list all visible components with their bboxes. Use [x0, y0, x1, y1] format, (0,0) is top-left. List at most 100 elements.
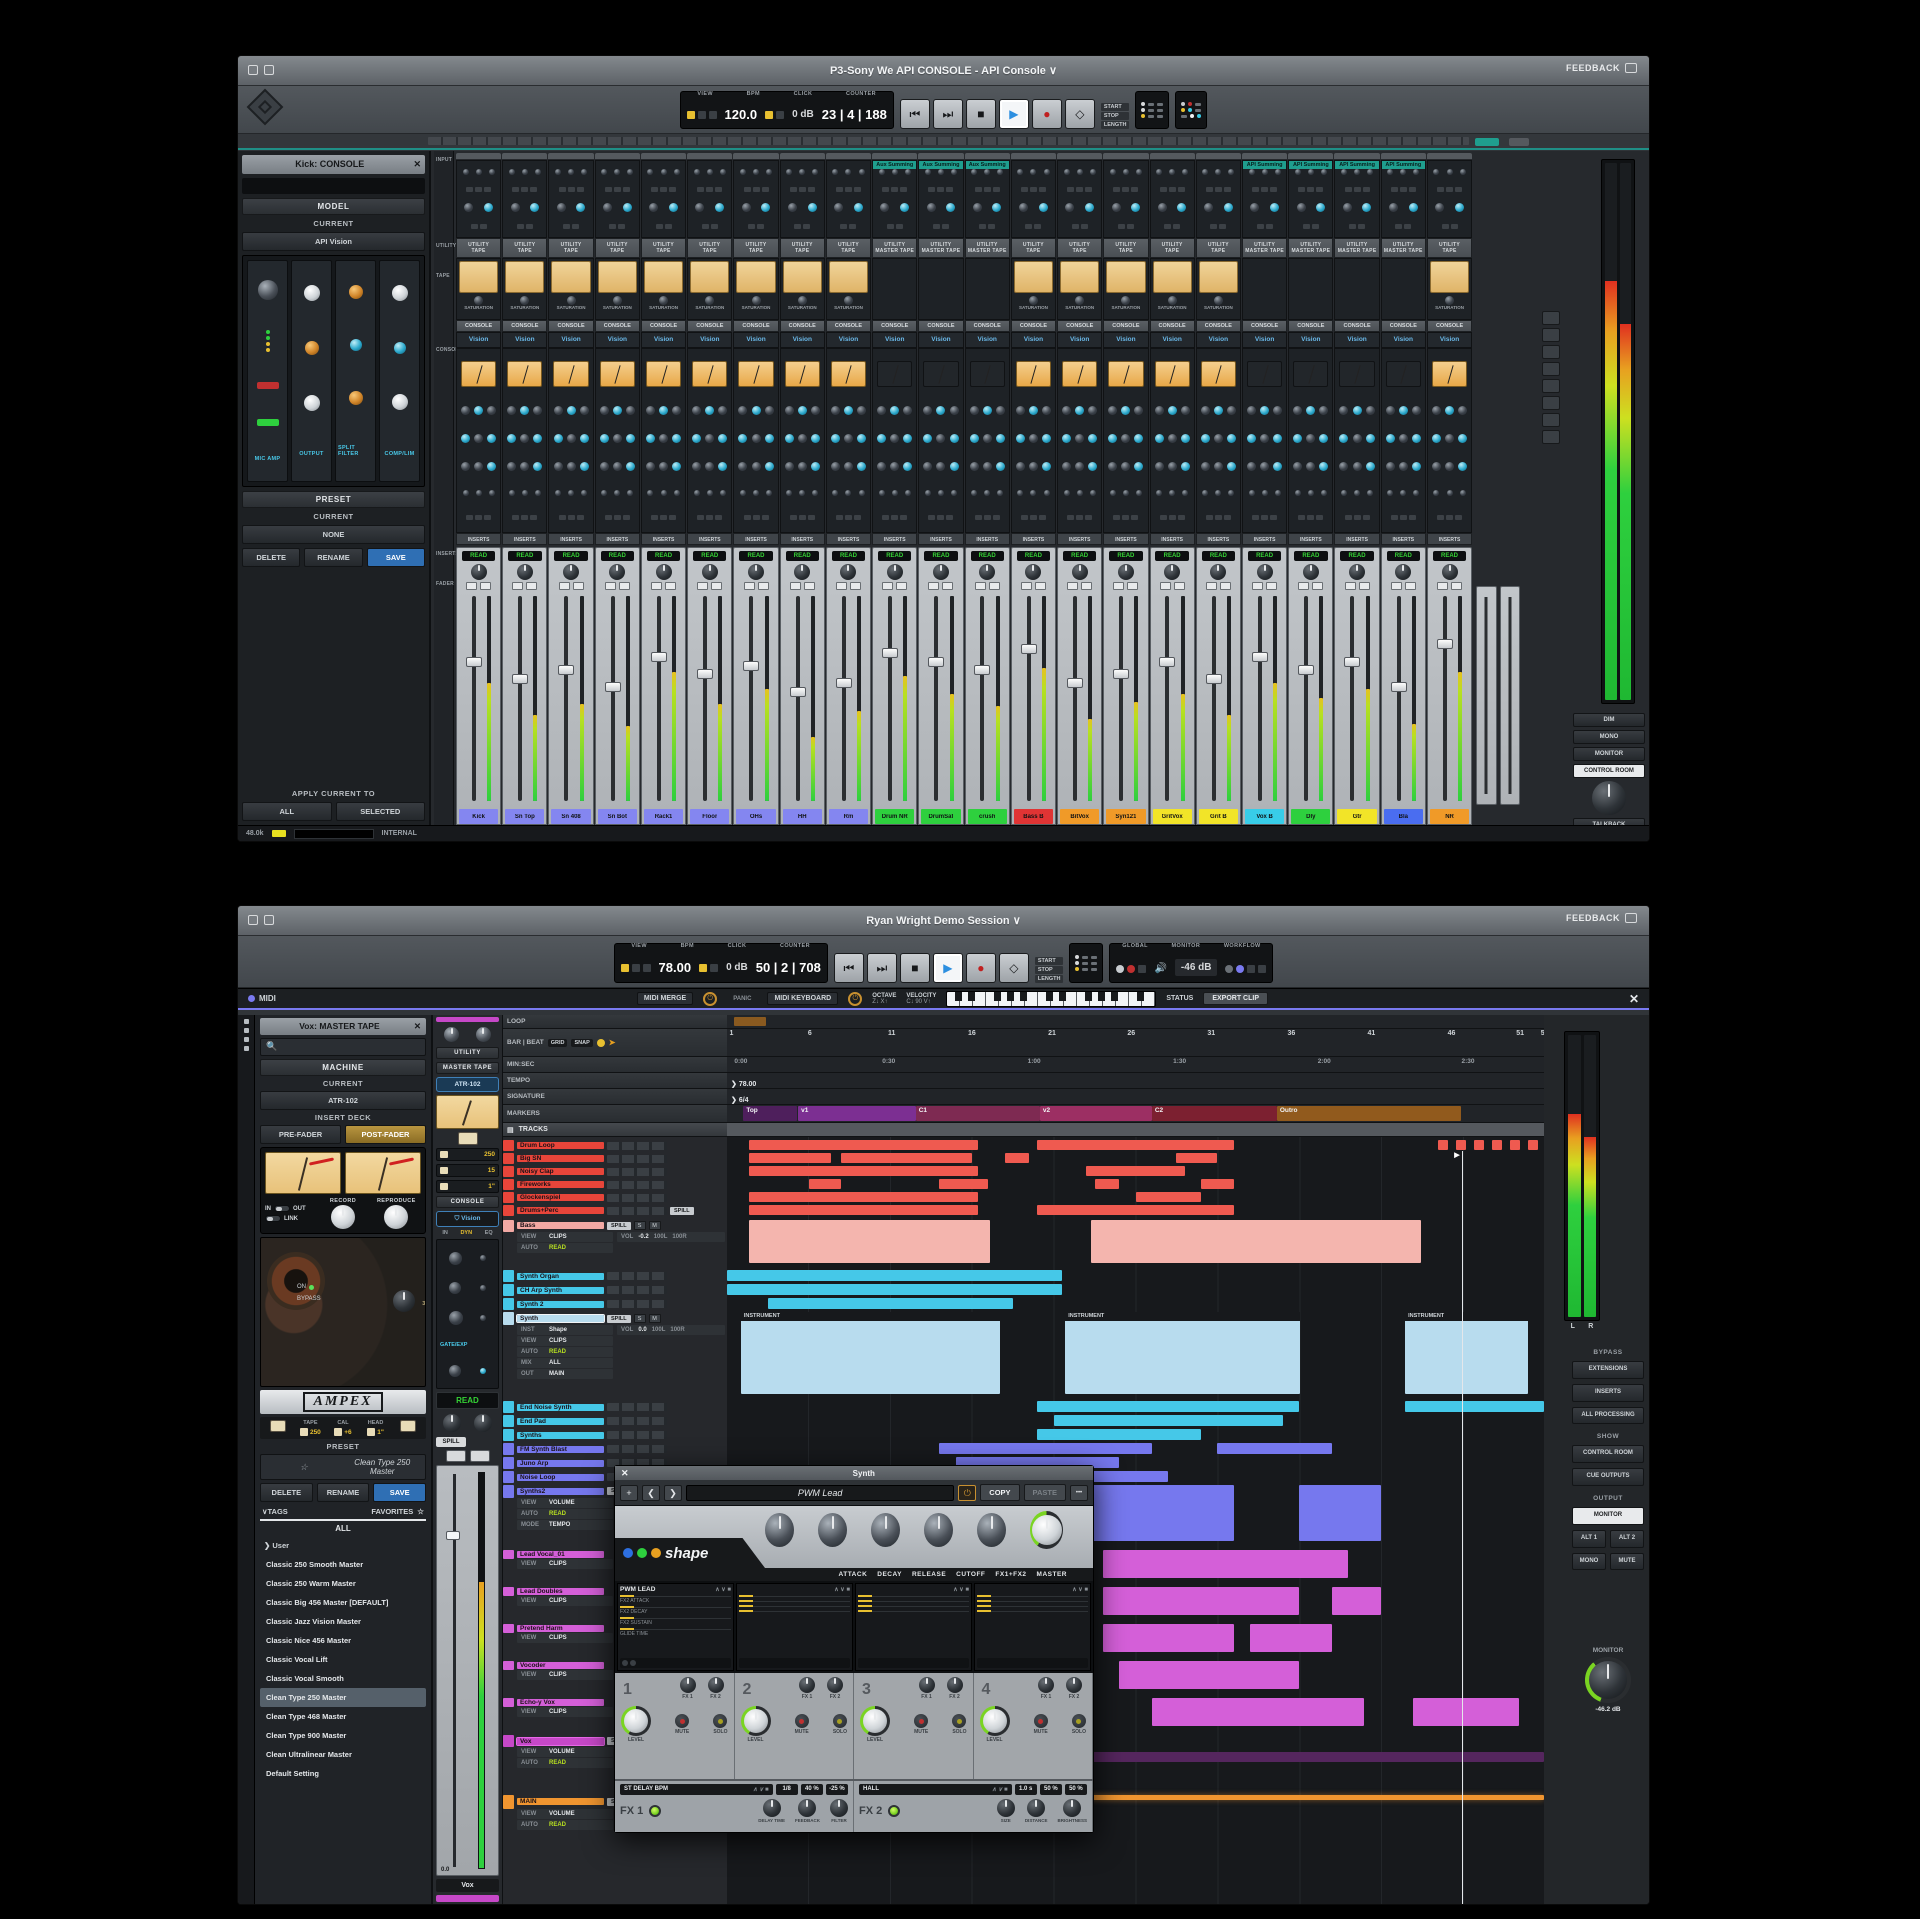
channel-tab[interactable] [918, 153, 963, 159]
attack-knob[interactable] [765, 1513, 794, 1547]
mute-solo[interactable] [1021, 582, 1046, 590]
utility-section[interactable]: UTILITYMASTER TAPE [1288, 238, 1333, 258]
master-knob[interactable] [1030, 1511, 1063, 1549]
track-name-chip[interactable]: FM Synth Blast [517, 1446, 604, 1453]
clip[interactable] [1332, 1587, 1381, 1615]
pan-knob[interactable] [1072, 564, 1088, 580]
fader-handle[interactable] [1437, 639, 1453, 649]
user-folder[interactable]: ❯ User [260, 1536, 426, 1555]
pan-knob[interactable] [1210, 564, 1226, 580]
utility-section[interactable]: UTILITYTAPE [1150, 238, 1195, 258]
vision-header[interactable]: Vision [1103, 332, 1148, 348]
fx1-type-select[interactable]: ST DELAY BPM∧ ∨ ■ [620, 1784, 773, 1795]
add-preset-button[interactable]: + [620, 1485, 638, 1501]
channel-name-tag[interactable]: Vox B [1245, 809, 1284, 824]
tape-section[interactable]: SATURATION [1150, 258, 1195, 320]
mute-solo-buttons[interactable] [436, 1450, 499, 1462]
bypass-switch[interactable]: BYPASS [297, 1296, 321, 1302]
preset-button[interactable]: DELETE [242, 548, 300, 567]
track-mini-cells[interactable] [607, 1181, 667, 1189]
midi-keyboard-toggle[interactable]: ⏻ [848, 992, 862, 1006]
clip[interactable] [1438, 1140, 1449, 1150]
fx-knob[interactable] [977, 1513, 1006, 1547]
clip[interactable] [1250, 1624, 1332, 1652]
clip[interactable]: INSTRUMENT [1065, 1312, 1299, 1394]
input-section[interactable] [1150, 160, 1195, 238]
inserts-row[interactable]: INSERTS [1381, 533, 1426, 545]
inserts-row[interactable]: INSERTS [965, 533, 1010, 545]
track-name-chip[interactable]: Juno Arp [517, 1460, 604, 1467]
input-section[interactable] [1196, 160, 1241, 238]
pan-knob[interactable] [609, 564, 625, 580]
track-header[interactable]: Synths [503, 1429, 727, 1441]
fader-handle[interactable] [1391, 682, 1407, 692]
clip-lane[interactable] [727, 1153, 1544, 1164]
fx-knob[interactable] [997, 1799, 1015, 1817]
track-name-chip[interactable]: End Noise Synth [517, 1404, 604, 1411]
track-param-row[interactable]: MODE TEMPO [517, 1520, 613, 1530]
fader-handle[interactable] [697, 669, 713, 679]
utility-section[interactable]: UTILITYMASTER TAPE [965, 238, 1010, 258]
inserts-row[interactable]: INSERTS [733, 533, 778, 545]
input-section[interactable] [1057, 160, 1102, 238]
track-param-row[interactable]: OUT MAIN [517, 1369, 613, 1379]
fx-knob[interactable] [1063, 1799, 1081, 1817]
mute-solo[interactable] [1160, 582, 1185, 590]
level-knob[interactable] [860, 1706, 890, 1736]
inserts-row[interactable]: INSERTS [502, 533, 547, 545]
mute-solo[interactable] [466, 582, 491, 590]
clip-lane[interactable] [727, 1166, 1544, 1177]
mute-solo[interactable] [559, 582, 584, 590]
phantom-button[interactable] [257, 382, 279, 389]
solo-button[interactable] [952, 1714, 966, 1728]
track-param-row[interactable]: VIEW CLIPS [517, 1670, 613, 1680]
clip[interactable] [841, 1153, 972, 1163]
vision-header[interactable]: Vision [780, 332, 825, 348]
track-name-chip[interactable]: Bass [517, 1222, 604, 1229]
pan-knob[interactable] [563, 564, 579, 580]
tape-section[interactable]: SATURATION [641, 258, 686, 320]
master-tape-header[interactable]: MASTER TAPE [436, 1062, 499, 1074]
feedback-button[interactable]: FEEDBACK [1566, 913, 1637, 923]
track-mini-cells[interactable] [607, 1431, 667, 1439]
loop-row[interactable]: LOOP [503, 1015, 1544, 1029]
tape-section[interactable] [918, 258, 963, 320]
inserts-row[interactable]: INSERTS [826, 533, 871, 545]
clip[interactable] [1037, 1205, 1233, 1215]
input-section[interactable] [502, 160, 547, 238]
paste-button[interactable]: PASTE [1024, 1484, 1066, 1501]
clip[interactable] [1474, 1140, 1485, 1150]
inserts-row[interactable]: INSERTS [687, 533, 732, 545]
track-name-chip[interactable]: Drum Loop [517, 1142, 604, 1149]
fx-value[interactable]: -25 % [826, 1784, 848, 1795]
menu-button[interactable]: ••• [1070, 1485, 1088, 1501]
clip-lane[interactable] [727, 1415, 1544, 1427]
fx2-send-knob[interactable] [708, 1677, 724, 1693]
clip-lane[interactable] [727, 1270, 1544, 1282]
monitor-level-knob[interactable] [1585, 1657, 1631, 1703]
follow-icon[interactable]: ➤ [609, 1038, 616, 1047]
track-param-row[interactable]: VIEW VOLUME [517, 1809, 613, 1819]
fx1-send-knob[interactable] [799, 1677, 815, 1693]
clip[interactable] [749, 1192, 978, 1202]
volume-pan-row[interactable]: VOL-0.2 100L100R [617, 1232, 725, 1242]
snap-button[interactable]: SNAP [571, 1039, 592, 1047]
spill-button[interactable]: SPILL [607, 1315, 631, 1323]
start-stop-length[interactable]: STARTSTOPLENGTH [1101, 95, 1130, 129]
vision-button[interactable]: ⛉ Vision [436, 1211, 499, 1227]
pan-knob[interactable] [1349, 564, 1365, 580]
spill-button[interactable]: SPILL [436, 1437, 466, 1447]
inserts-row[interactable]: INSERTS [456, 533, 501, 545]
preset-list-item[interactable]: Classic Nice 456 Master [260, 1631, 426, 1650]
fx1-enable-led[interactable] [649, 1805, 661, 1817]
channel-tab[interactable] [548, 153, 593, 159]
preset-button[interactable]: RENAME [304, 548, 362, 567]
bar-beat-ruler[interactable]: BAR | BEAT GRID SNAP ➤ 16111621263136414… [503, 1029, 1544, 1057]
channel-name-tag[interactable]: Bass B [1014, 809, 1053, 824]
utility-section[interactable]: UTILITYTAPE [595, 238, 640, 258]
tape-section[interactable] [1288, 258, 1333, 320]
mute-solo[interactable] [1437, 582, 1462, 590]
tape-section[interactable] [1242, 258, 1287, 320]
preset-button[interactable]: RENAME [317, 1483, 370, 1502]
clip-lane[interactable]: INSTRUMENT INSTRUMENT INSTRUMENT [727, 1312, 1544, 1395]
